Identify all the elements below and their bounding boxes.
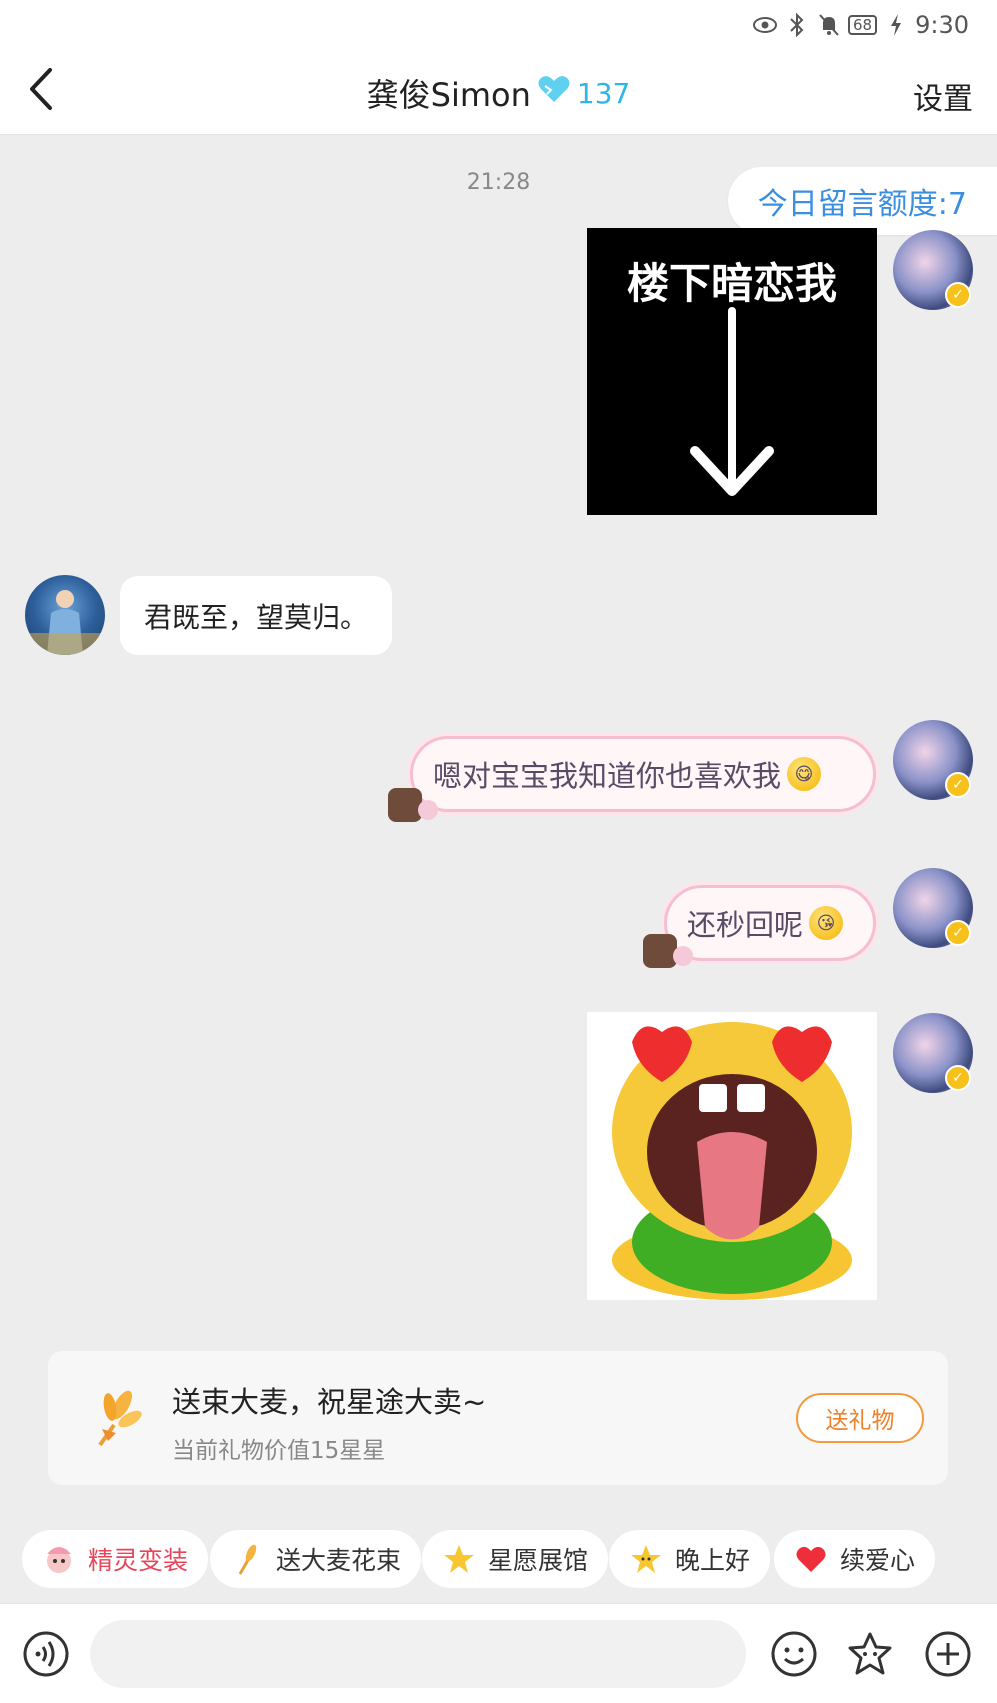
bubble-decoration-icon (643, 934, 677, 968)
kiss-emoji-icon: 😘 (809, 906, 844, 940)
image-caption: 楼下暗恋我 (626, 259, 837, 308)
input-bar (0, 1603, 997, 1703)
sprite-costume-icon (42, 1542, 76, 1576)
gift-title: 送束大麦，祝星途大卖~ (172, 1385, 487, 1419)
chip-label: 晚上好 (675, 1546, 751, 1575)
wheat-bouquet-icon (230, 1542, 264, 1576)
top-bar: 68 9:30 龚俊Simon 137 设置 (0, 0, 997, 135)
verified-badge-icon: ✓ (945, 1065, 971, 1091)
contact-name: 龚俊Simon (366, 76, 531, 114)
down-arrow-icon (690, 307, 774, 496)
send-gift-button[interactable]: 送礼物 (796, 1393, 924, 1443)
bluetooth-icon (784, 12, 810, 38)
chip-send-wheat[interactable]: 送大麦花束 (210, 1530, 422, 1588)
flower-decoration-icon (418, 800, 438, 820)
intimacy-heart-icon (537, 74, 571, 112)
chip-star-wish-gallery[interactable]: 星愿展馆 (422, 1530, 609, 1588)
settings-button[interactable]: 设置 (913, 74, 973, 118)
smirk-emoji-icon: 😋 (787, 757, 822, 791)
outgoing-text-bubble-2[interactable]: 还秒回呢 😘 (664, 885, 876, 961)
plus-icon (925, 1631, 971, 1677)
verified-badge-icon: ✓ (945, 282, 971, 308)
flower-decoration-icon (673, 946, 693, 966)
chip-good-evening[interactable]: 晚上好 (609, 1530, 771, 1588)
outgoing-text-bubble-1[interactable]: 嗯对宝宝我知道你也喜欢我 😋 (410, 736, 876, 812)
smiley-icon (771, 1631, 817, 1677)
chat-title: 龚俊Simon 137 (0, 70, 997, 116)
battery-indicator: 68 (848, 15, 878, 35)
message-input[interactable] (90, 1620, 746, 1688)
chip-label: 续爱心 (840, 1546, 916, 1575)
outgoing-image-message[interactable]: 楼下暗恋我 (587, 228, 877, 515)
eye-icon (752, 12, 778, 38)
voice-input-button[interactable] (22, 1630, 70, 1678)
message-quota-pill[interactable]: 今日留言额度:7 (727, 167, 997, 235)
chip-renew-heart[interactable]: 续爱心 (774, 1530, 936, 1588)
sticker-button[interactable] (846, 1630, 894, 1678)
status-time: 9:30 (915, 11, 969, 39)
verified-badge-icon: ✓ (945, 772, 971, 798)
status-bar: 68 9:30 (752, 8, 969, 42)
gift-suggestion-card: 送束大麦，祝星途大卖~ 当前礼物价值15星星 送礼物 (48, 1351, 948, 1485)
heart-eyes-sticker-icon (612, 1022, 852, 1300)
star-icon (442, 1542, 476, 1576)
contact-avatar[interactable] (25, 575, 105, 655)
charging-icon (883, 12, 909, 38)
chip-label: 星愿展馆 (488, 1546, 589, 1575)
more-button[interactable] (924, 1630, 972, 1678)
intimacy-value: 137 (576, 76, 631, 110)
mute-bell-icon (816, 12, 842, 38)
bubble-text: 嗯对宝宝我知道你也喜欢我 (433, 759, 782, 793)
gift-value: 当前礼物价值15星星 (172, 1438, 386, 1464)
person-figure-icon (25, 590, 105, 655)
voice-icon (23, 1631, 69, 1677)
star-face-icon (848, 1632, 892, 1675)
verified-badge-icon: ✓ (945, 920, 971, 946)
emoji-button[interactable] (770, 1630, 818, 1678)
chip-sprite-costume[interactable]: 精灵变装 (22, 1530, 209, 1588)
star-face-icon (629, 1542, 663, 1576)
heart-icon (794, 1542, 828, 1576)
quick-action-chips: 精灵变装 送大麦花束 星愿展馆 晚上好 续爱心 (22, 1530, 997, 1590)
incoming-text-bubble[interactable]: 君既至，望莫归。 (120, 576, 393, 655)
chip-label: 送大麦花束 (276, 1546, 402, 1575)
chip-label: 精灵变装 (88, 1546, 189, 1575)
bubble-text: 还秒回呢 (687, 908, 804, 942)
outgoing-sticker-message[interactable] (587, 1012, 877, 1300)
wheat-bouquet-icon (80, 1385, 146, 1451)
bubble-decoration-icon (388, 788, 422, 822)
